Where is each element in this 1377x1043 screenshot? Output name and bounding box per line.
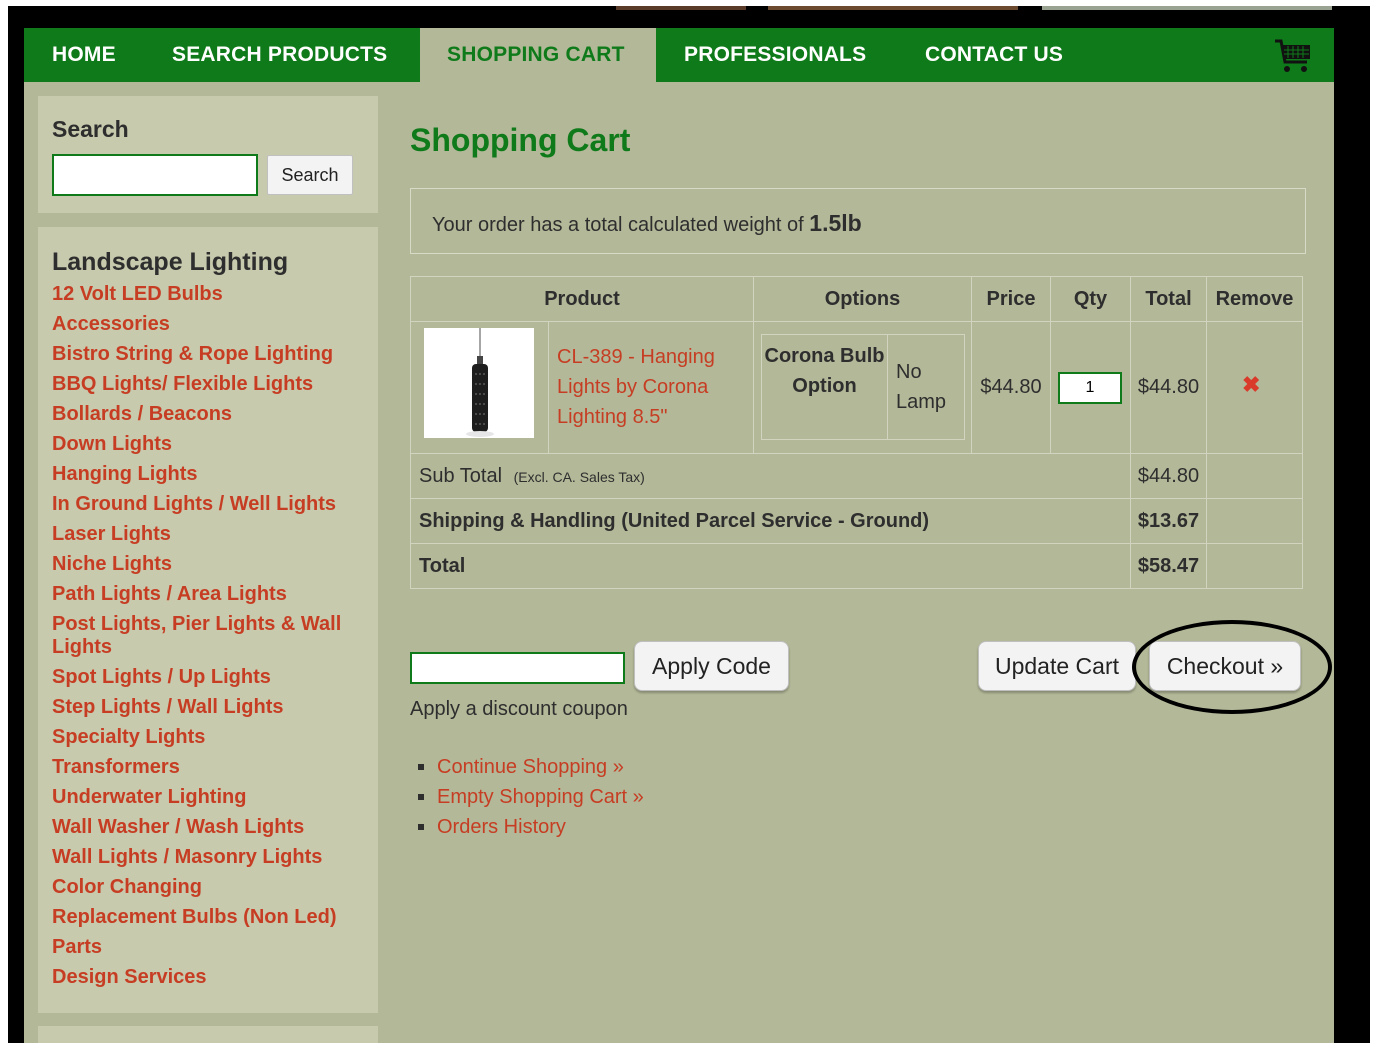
remove-x-icon[interactable]: ✖: [1242, 372, 1260, 398]
header-banner-strip: [8, 6, 1370, 28]
item-total: $44.80: [1130, 321, 1207, 454]
category-link[interactable]: Transformers: [52, 756, 367, 779]
category-link[interactable]: Wall Lights / Masonry Lights: [52, 846, 367, 869]
grand-total-value: $58.47: [1130, 543, 1207, 589]
category-link[interactable]: Path Lights / Area Lights: [52, 583, 367, 606]
weight-prefix: Your order has a total calculated weight…: [432, 214, 810, 236]
empty-cell: [1206, 453, 1303, 499]
search-input[interactable]: [52, 154, 258, 196]
category-link[interactable]: Step Lights / Wall Lights: [52, 696, 367, 719]
empty-cart-link[interactable]: Empty Shopping Cart »: [418, 782, 644, 812]
nav-home[interactable]: HOME: [52, 28, 116, 82]
category-link[interactable]: Accessories: [52, 313, 367, 336]
header-options: Options: [753, 276, 972, 322]
subtotal-value: $44.80: [1130, 453, 1207, 499]
shopping-cart-icon[interactable]: [1274, 38, 1312, 74]
option-table: Corona Bulb Option No Lamp: [761, 334, 965, 440]
orders-history-link[interactable]: Orders History: [418, 812, 644, 842]
shipping-label: Shipping & Handling (United Parcel Servi…: [410, 498, 1131, 544]
site-container: HOME SEARCH PRODUCTS SHOPPING CART PROFE…: [24, 28, 1334, 1043]
category-link[interactable]: Specialty Lights: [52, 726, 367, 749]
category-link[interactable]: Hanging Lights: [52, 463, 367, 486]
nav-search-products[interactable]: SEARCH PRODUCTS: [172, 28, 387, 82]
weight-value: 1.5lb: [809, 210, 862, 236]
header-remove: Remove: [1206, 276, 1303, 322]
nav-professionals[interactable]: PROFESSIONALS: [684, 28, 866, 82]
apply-code-button[interactable]: Apply Code: [634, 641, 789, 691]
coupon-note: Apply a discount coupon: [410, 698, 628, 720]
header-qty: Qty: [1050, 276, 1131, 322]
option-name: Corona Bulb Option: [762, 335, 888, 439]
subtotal-note: (Excl. CA. Sales Tax): [513, 469, 645, 485]
nav-shopping-cart[interactable]: SHOPPING CART: [420, 28, 656, 82]
category-link[interactable]: Post Lights, Pier Lights & Wall Lights: [52, 613, 367, 659]
category-link[interactable]: In Ground Lights / Well Lights: [52, 493, 367, 516]
coupon-input[interactable]: [410, 652, 625, 684]
quantity-input[interactable]: 1: [1058, 372, 1122, 404]
category-link[interactable]: Replacement Bulbs (Non Led): [52, 906, 367, 929]
weight-notice: Your order has a total calculated weight…: [410, 188, 1306, 254]
category-link[interactable]: BBQ Lights/ Flexible Lights: [52, 373, 367, 396]
page-title: Shopping Cart: [410, 122, 631, 158]
search-title: Search: [52, 116, 129, 142]
banner-image: [616, 6, 746, 10]
product-image[interactable]: [424, 328, 534, 438]
subtotal-label: Sub Total: [419, 465, 503, 487]
nav-contact-us[interactable]: CONTACT US: [925, 28, 1063, 82]
total-label: Total: [410, 543, 1131, 589]
categories-title: Landscape Lighting: [52, 248, 289, 276]
sidebar-categories-panel: Landscape Lighting 12 Volt LED Bulbs Acce…: [38, 227, 378, 1013]
category-list: 12 Volt LED Bulbs Accessories Bistro Strin…: [52, 283, 367, 996]
sidebar-search-panel: Search Search: [38, 96, 378, 213]
header-total: Total: [1130, 276, 1207, 322]
main-content: Shopping Cart Your order has a total cal…: [410, 96, 1332, 1036]
empty-cell: [1206, 498, 1303, 544]
checkout-highlight-circle: [1132, 620, 1332, 714]
category-link[interactable]: Spot Lights / Up Lights: [52, 666, 367, 689]
category-link[interactable]: 12 Volt LED Bulbs: [52, 283, 367, 306]
hanging-light-image: [466, 328, 494, 437]
category-link[interactable]: Bollards / Beacons: [52, 403, 367, 426]
main-nav: HOME SEARCH PRODUCTS SHOPPING CART PROFE…: [24, 28, 1334, 82]
option-value: No Lamp: [896, 361, 947, 413]
continue-shopping-link[interactable]: Continue Shopping »: [418, 752, 644, 782]
sidebar-next-panel: [38, 1026, 378, 1043]
subtotal-label-cell: Sub Total (Excl. CA. Sales Tax): [410, 453, 1131, 499]
category-link[interactable]: Underwater Lighting: [52, 786, 367, 809]
banner-image: [768, 6, 1018, 10]
update-cart-button[interactable]: Update Cart: [978, 641, 1136, 691]
header-price: Price: [971, 276, 1051, 322]
banner-image: [1042, 6, 1332, 10]
empty-cell: [1206, 543, 1303, 589]
category-link[interactable]: Laser Lights: [52, 523, 367, 546]
category-link[interactable]: Wall Washer / Wash Lights: [52, 816, 367, 839]
category-link[interactable]: Design Services: [52, 966, 367, 989]
search-button[interactable]: Search: [267, 155, 353, 195]
category-link[interactable]: Down Lights: [52, 433, 367, 456]
category-link[interactable]: Niche Lights: [52, 553, 367, 576]
item-price: $44.80: [971, 321, 1051, 454]
product-link[interactable]: CL-389 - Hanging Lights by Corona Lighti…: [557, 342, 747, 432]
shipping-value: $13.67: [1130, 498, 1207, 544]
cart-links: Continue Shopping » Empty Shopping Cart …: [418, 752, 644, 842]
weight-text: Your order has a total calculated weight…: [432, 210, 862, 237]
category-link[interactable]: Parts: [52, 936, 367, 959]
category-link[interactable]: Color Changing: [52, 876, 367, 899]
category-link[interactable]: Bistro String & Rope Lighting: [52, 343, 367, 366]
header-product: Product: [410, 276, 754, 322]
